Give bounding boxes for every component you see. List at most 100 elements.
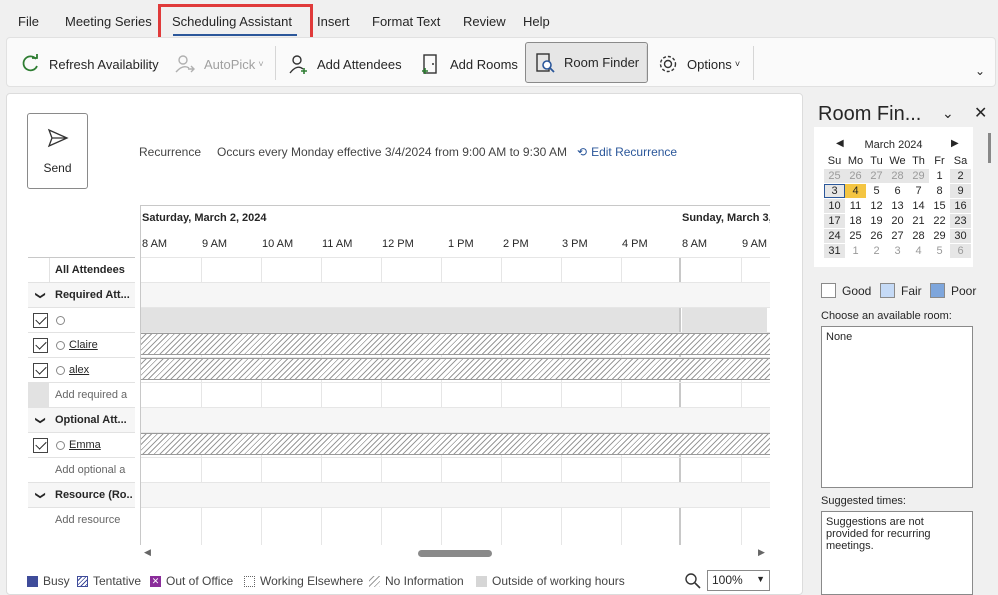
calendar-day[interactable]: 6 — [887, 184, 908, 198]
add-attendees-button[interactable]: Add Attendees — [287, 46, 402, 82]
calendar-day[interactable]: 20 — [887, 214, 908, 228]
send-button[interactable]: Send — [27, 113, 88, 189]
options-button[interactable]: Options ˅ — [657, 46, 740, 82]
calendar-day[interactable]: 6 — [950, 244, 971, 258]
required-group-label: Required Att... — [55, 289, 130, 301]
room-finder-button[interactable]: Room Finder — [525, 42, 649, 83]
chevron-down-icon[interactable]: ❯ — [35, 291, 46, 299]
calendar-day[interactable]: 26 — [866, 229, 887, 243]
calendar-day[interactable]: 28 — [887, 169, 908, 183]
add-required-row[interactable]: Add required a — [28, 382, 135, 407]
calendar-day[interactable]: 5 — [866, 184, 887, 198]
zoom-search-icon[interactable] — [684, 572, 702, 590]
mini-calendar[interactable]: ◀ March 2024 ▶ Su Mo Tu We Th Fr Sa 25 26 27 28 29 1… — [814, 127, 973, 267]
legend-busy-label: Busy — [43, 574, 70, 588]
zoom-select[interactable]: 100% ▼ — [707, 570, 770, 591]
optional-group-row[interactable]: ❯ Optional Att... — [28, 407, 135, 432]
menu-help[interactable]: Help — [523, 14, 550, 29]
room-list[interactable]: None — [821, 326, 973, 488]
calendar-day[interactable]: 29 — [908, 169, 929, 183]
next-month-icon[interactable]: ▶ — [951, 138, 959, 149]
calendar-day[interactable]: 31 — [824, 244, 845, 258]
calendar-day[interactable]: 18 — [845, 214, 866, 228]
time-label: 10 AM — [262, 238, 294, 250]
calendar-day[interactable]: 5 — [929, 244, 950, 258]
calendar-day[interactable]: 9 — [950, 184, 971, 198]
calendar-day[interactable]: 30 — [950, 229, 971, 243]
calendar-day[interactable]: 25 — [845, 229, 866, 243]
menu-format-text[interactable]: Format Text — [372, 14, 440, 29]
autopick-button[interactable]: AutoPick ˅ — [174, 46, 264, 82]
calendar-day[interactable]: 23 — [950, 214, 971, 228]
attendee-checkbox[interactable] — [33, 313, 48, 328]
calendar-day[interactable]: 29 — [929, 229, 950, 243]
calendar-day[interactable]: 7 — [908, 184, 929, 198]
attendee-row[interactable] — [28, 307, 135, 332]
pane-collapse-chevron-icon[interactable]: ⌄ — [942, 105, 954, 122]
edit-recurrence-link[interactable]: ⟲ Edit Recurrence — [577, 145, 677, 159]
attendee-name[interactable]: Claire — [69, 339, 98, 351]
menu-bar: File Meeting Series Scheduling Assistant… — [0, 0, 998, 42]
calendar-day[interactable]: 14 — [908, 199, 929, 213]
add-optional-row[interactable]: Add optional a — [28, 457, 135, 482]
calendar-day[interactable]: 4 — [908, 244, 929, 258]
calendar-day[interactable]: 16 — [950, 199, 971, 213]
attendee-row[interactable]: Emma — [28, 432, 135, 457]
calendar-day[interactable]: 11 — [845, 199, 866, 213]
attendee-name[interactable]: alex — [69, 364, 89, 376]
calendar-day[interactable]: 15 — [929, 199, 950, 213]
menu-insert[interactable]: Insert — [317, 14, 350, 29]
chevron-down-icon[interactable]: ❯ — [35, 416, 46, 424]
calendar-day[interactable]: 4 — [845, 184, 866, 198]
scroll-right-icon[interactable]: ▶ — [758, 547, 765, 558]
calendar-day[interactable]: 3 — [824, 184, 845, 198]
pane-scrollbar[interactable] — [988, 133, 991, 163]
attendee-checkbox[interactable] — [33, 363, 48, 378]
add-required-input[interactable]: Add required a — [55, 389, 133, 401]
schedule-grid[interactable]: Saturday, March 2, 2024 Sunday, March 3,… — [140, 205, 770, 545]
calendar-day[interactable]: 3 — [887, 244, 908, 258]
attendee-row[interactable]: Claire — [28, 332, 135, 357]
attendee-checkbox[interactable] — [33, 338, 48, 353]
add-optional-input[interactable]: Add optional a — [55, 464, 133, 476]
menu-file[interactable]: File — [18, 14, 39, 29]
calendar-day[interactable]: 22 — [929, 214, 950, 228]
add-resource-row[interactable]: Add resource — [28, 507, 135, 532]
calendar-day[interactable]: 26 — [845, 169, 866, 183]
room-list-item[interactable]: None — [826, 331, 852, 343]
attendee-name[interactable]: Emma — [69, 439, 101, 451]
attendee-row[interactable]: alex — [28, 357, 135, 382]
refresh-availability-button[interactable]: Refresh Availability — [19, 46, 159, 82]
calendar-day[interactable]: 21 — [908, 214, 929, 228]
required-group-row[interactable]: ❯ Required Att... — [28, 282, 135, 307]
emma-no-info-bar — [141, 433, 770, 455]
calendar-day[interactable]: 24 — [824, 229, 845, 243]
calendar-day[interactable]: 27 — [866, 169, 887, 183]
calendar-day[interactable]: 2 — [866, 244, 887, 258]
calendar-day[interactable]: 10 — [824, 199, 845, 213]
calendar-day[interactable]: 1 — [845, 244, 866, 258]
calendar-day[interactable]: 8 — [929, 184, 950, 198]
add-resource-input[interactable]: Add resource — [55, 514, 133, 526]
attendee-checkbox[interactable] — [33, 438, 48, 453]
calendar-day[interactable]: 28 — [908, 229, 929, 243]
calendar-day[interactable]: 27 — [887, 229, 908, 243]
calendar-day[interactable]: 13 — [887, 199, 908, 213]
calendar-day[interactable]: 12 — [866, 199, 887, 213]
close-icon[interactable]: ✕ — [974, 103, 987, 123]
calendar-day[interactable]: 17 — [824, 214, 845, 228]
calendar-day[interactable]: 25 — [824, 169, 845, 183]
horizontal-scrollbar[interactable]: ◀ ▶ — [142, 547, 772, 559]
scroll-left-icon[interactable]: ◀ — [144, 547, 151, 558]
scrollbar-thumb[interactable] — [418, 550, 492, 557]
resource-group-row[interactable]: ❯ Resource (Ro... — [28, 482, 135, 507]
menu-review[interactable]: Review — [463, 14, 506, 29]
menu-meeting-series[interactable]: Meeting Series — [65, 14, 152, 29]
calendar-day[interactable]: 19 — [866, 214, 887, 228]
ribbon-collapse-chevron-icon[interactable]: ⌄ — [975, 64, 985, 78]
calendar-day[interactable]: 1 — [929, 169, 950, 183]
calendar-day[interactable]: 2 — [950, 169, 971, 183]
chevron-down-icon[interactable]: ❯ — [35, 491, 46, 499]
add-rooms-button[interactable]: Add Rooms — [420, 46, 518, 82]
date-header-day1: Saturday, March 2, 2024 — [142, 212, 267, 224]
